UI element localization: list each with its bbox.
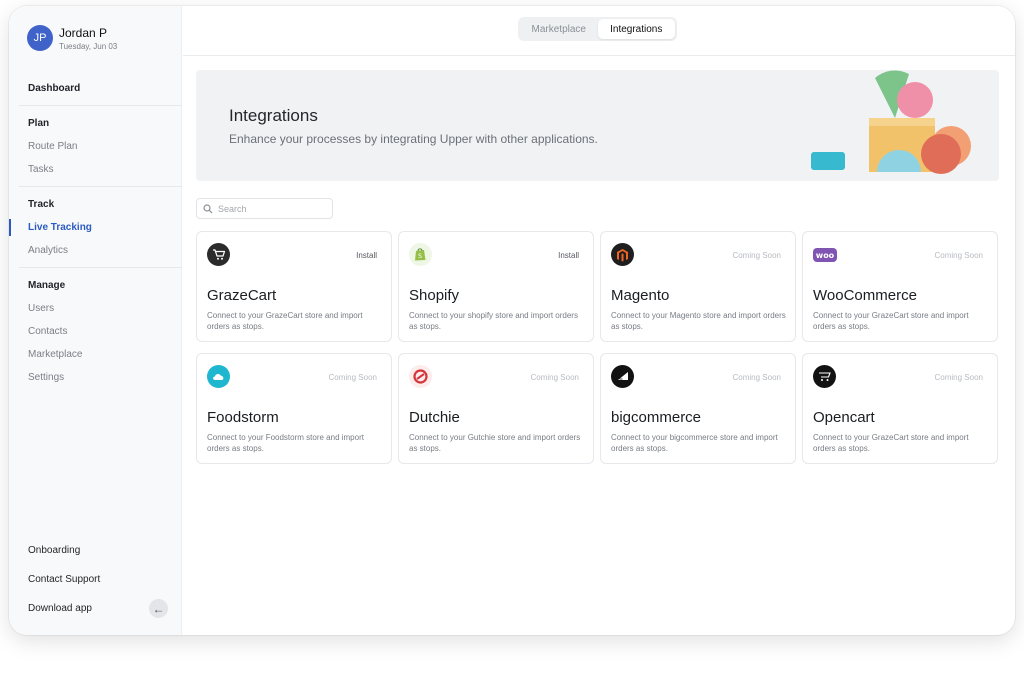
divider [19,186,182,187]
sidebar-item-tasks[interactable]: Tasks [9,158,182,181]
integration-name: Dutchie [409,409,460,426]
integration-card-foodstorm[interactable]: Coming Soon Foodstorm Connect to your Fo… [196,353,392,464]
sidebar-item-contact-support[interactable]: Contact Support [28,574,100,585]
magento-icon [611,243,634,266]
sidebar-item-analytics[interactable]: Analytics [9,239,182,262]
integration-description: Connect to your shopify store and import… [409,311,578,331]
tab-integrations[interactable]: Integrations [597,19,675,39]
section-heading-manage: Manage [28,280,66,291]
integration-name: GrazeCart [207,287,277,304]
integration-description: Connect to your GrazeCart store and impo… [207,311,363,331]
integration-description: Connect to your GrazeCart store and impo… [813,311,969,331]
search-box[interactable] [196,198,333,219]
sidebar-item-contacts[interactable]: Contacts [9,320,182,343]
integration-card-magento[interactable]: Coming Soon Magento Connect to your Mage… [600,231,796,342]
integration-description: Connect to your bigcommerce store and im… [611,433,778,453]
sidebar-item-users[interactable]: Users [9,297,182,320]
divider [19,267,182,268]
integration-card-dutchie[interactable]: Coming Soon Dutchie Connect to your Gutc… [398,353,594,464]
foodstorm-icon [207,365,230,388]
svg-text:S: S [418,253,422,260]
sidebar-item-dashboard[interactable]: Dashboard [9,77,182,100]
page-title: Integrations [229,106,318,125]
banner-illustration [811,70,971,174]
current-date: Tuesday, Jun 03 [59,41,118,51]
sidebar-nav: Dashboard Plan Route Plan Tasks Track Li… [9,77,182,389]
user-profile[interactable]: JP Jordan P Tuesday, Jun 03 [27,25,117,51]
sidebar: JP Jordan P Tuesday, Jun 03 Dashboard Pl… [9,6,182,635]
coming-soon-badge: Coming Soon [530,373,579,382]
sidebar-item-download-app[interactable]: Download app [28,603,92,614]
arrow-left-icon: ← [152,601,165,616]
avatar: JP [27,25,53,51]
integrations-grid: Install GrazeCart Connect to your GrazeC… [196,231,999,464]
integration-name: Shopify [409,287,460,304]
grazecart-icon [207,243,230,266]
view-switcher: Marketplace Integrations [518,17,677,41]
sidebar-item-live-tracking[interactable]: Live Tracking [9,216,182,239]
integration-card-opencart[interactable]: Coming Soon Opencart Connect to your Gra… [802,353,998,464]
coming-soon-badge: Coming Soon [934,373,983,382]
app-window: JP Jordan P Tuesday, Jun 03 Dashboard Pl… [9,6,1015,635]
sidebar-item-marketplace[interactable]: Marketplace [9,343,182,366]
install-button[interactable]: Install [356,251,377,260]
opencart-icon [813,365,836,388]
top-bar: Marketplace Integrations [183,6,1015,56]
search-icon [203,203,213,213]
integrations-banner: Integrations Enhance your processes by i… [196,70,999,181]
integration-name: Opencart [813,409,875,426]
coming-soon-badge: Coming Soon [732,251,781,260]
section-heading-plan: Plan [28,118,50,129]
sidebar-item-onboarding[interactable]: Onboarding [28,545,80,556]
coming-soon-badge: Coming Soon [732,373,781,382]
shopify-icon: S [409,243,432,266]
integration-name: WooCommerce [813,287,917,304]
page-subtitle: Enhance your processes by integrating Up… [229,132,598,146]
tab-marketplace[interactable]: Marketplace [520,19,598,39]
integration-description: Connect to your Foodstorm store and impo… [207,433,364,453]
install-button[interactable]: Install [558,251,579,260]
integration-name: Foodstorm [207,409,279,426]
section-heading-track: Track [28,199,55,210]
bigcommerce-icon [611,365,634,388]
woocommerce-icon: woo [813,248,837,262]
sidebar-item-route-plan[interactable]: Route Plan [9,135,182,158]
integration-name: Magento [611,287,670,304]
integration-description: Connect to your GrazeCart store and impo… [813,433,969,453]
search-input[interactable] [218,203,328,214]
integration-description: Connect to your Magento store and import… [611,311,786,331]
coming-soon-badge: Coming Soon [934,251,983,260]
coming-soon-badge: Coming Soon [328,373,377,382]
collapse-sidebar-button[interactable]: ← [149,599,168,618]
sidebar-item-settings[interactable]: Settings [9,366,182,389]
divider [19,105,182,106]
integration-card-shopify[interactable]: S Install Shopify Connect to your shopif… [398,231,594,342]
user-name: Jordan P [59,25,108,40]
integration-card-woocommerce[interactable]: woo Coming Soon WooCommerce Connect to y… [802,231,998,342]
integration-name: bigcommerce [611,409,702,426]
integration-description: Connect to your Gutchie store and import… [409,433,581,453]
integration-card-grazecart[interactable]: Install GrazeCart Connect to your GrazeC… [196,231,392,342]
dutchie-icon [409,365,432,388]
integration-card-bigcommerce[interactable]: Coming Soon bigcommerce Connect to your … [600,353,796,464]
